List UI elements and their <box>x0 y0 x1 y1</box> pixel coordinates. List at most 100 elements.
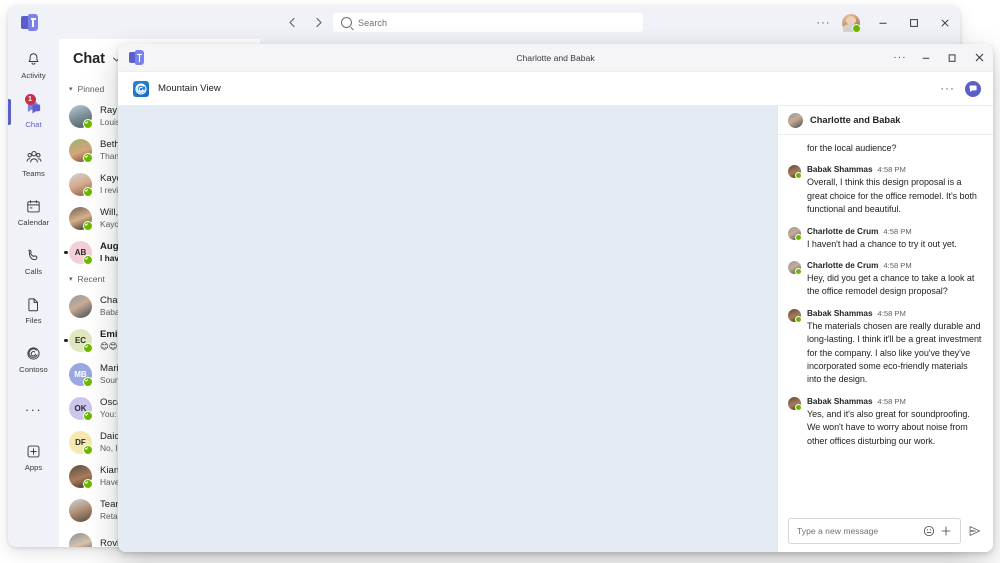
avatar <box>788 226 802 241</box>
sidebar-item-label: Teams <box>22 168 45 178</box>
maximize-button[interactable] <box>898 6 929 39</box>
sidebar-item-apps[interactable]: Apps <box>8 431 59 480</box>
navigation-arrows <box>285 6 326 39</box>
sidebar-item-label: Contoso <box>19 364 48 374</box>
chevron-right-icon[interactable] <box>311 15 326 30</box>
sidebar-item-files[interactable]: Files <box>8 284 59 333</box>
sidebar-item-calendar[interactable]: Calendar <box>8 186 59 235</box>
message-time: 4:58 PM <box>877 165 906 175</box>
message-time: 4:58 PM <box>883 226 912 236</box>
sidebar-item-label: Files <box>25 315 42 325</box>
message-input[interactable]: Type a new message <box>788 518 961 544</box>
chat-group-label: Recent <box>77 274 105 284</box>
avatar <box>69 464 93 489</box>
message-time: 4:58 PM <box>877 308 906 318</box>
plus-icon[interactable] <box>939 525 952 538</box>
unread-indicator <box>64 250 68 255</box>
app-name-label: Mountain View <box>158 83 221 94</box>
message-author: Charlotte de Crum <box>807 226 879 236</box>
apps-plus-icon <box>25 440 42 460</box>
message-time: 4:58 PM <box>877 396 906 406</box>
emoji-icon[interactable] <box>922 525 935 538</box>
popout-close-button[interactable] <box>965 44 993 71</box>
avatar <box>69 104 93 129</box>
avatar <box>788 308 802 323</box>
avatar[interactable] <box>842 13 861 33</box>
chevron-down-icon: ▾ <box>69 276 73 283</box>
message-text: I haven't had a chance to try it out yet… <box>807 238 957 249</box>
phone-icon <box>25 244 42 264</box>
search-placeholder: Search <box>358 17 388 28</box>
chat-bubble-icon[interactable] <box>965 80 981 97</box>
mountain-view-swirl-icon <box>133 80 149 97</box>
close-button[interactable] <box>929 6 960 39</box>
avatar: AB <box>69 240 93 265</box>
unread-indicator <box>64 338 68 343</box>
avatar: OK <box>69 396 93 421</box>
teams-logo-icon <box>129 50 144 65</box>
file-icon <box>25 293 42 313</box>
main-window-controls: ··· <box>808 6 960 39</box>
avatar: EC <box>69 328 93 353</box>
composer-area: Type a new message <box>778 510 993 552</box>
message-author: Babak Shammas <box>807 396 873 406</box>
chat-group-label: Pinned <box>77 84 105 94</box>
message-text: The materials chosen are really durable … <box>807 320 982 385</box>
message-text: for the local audience? <box>807 143 897 153</box>
bell-icon <box>25 48 42 68</box>
rail-more-button[interactable]: ··· <box>8 382 59 431</box>
message-text: Hey, did you get a chance to take a look… <box>807 273 975 297</box>
search-input[interactable]: Search <box>333 13 643 32</box>
people-icon <box>25 146 43 166</box>
avatar: DF <box>69 430 93 455</box>
calendar-icon <box>25 195 42 215</box>
minimize-button[interactable] <box>867 6 898 39</box>
shared-content-stage[interactable] <box>118 106 777 552</box>
message-item: Charlotte de Crum 4:58 PM I haven't had … <box>788 226 983 251</box>
chevron-left-icon[interactable] <box>285 15 300 30</box>
sidebar-item-activity[interactable]: Activity <box>8 39 59 88</box>
popout-window-controls: ··· <box>887 44 993 71</box>
message-item: for the local audience? <box>807 142 983 155</box>
more-dots-icon: ··· <box>24 401 43 417</box>
app-bar-actions: ··· <box>940 72 981 105</box>
chat-icon: 1 <box>24 93 43 117</box>
sidebar-item-chat[interactable]: 1 Chat <box>8 88 59 137</box>
popout-more-button[interactable]: ··· <box>887 44 913 71</box>
sidebar-item-contoso[interactable]: Contoso <box>8 333 59 382</box>
popout-app-bar: Mountain View ··· <box>118 72 993 106</box>
search-icon <box>341 17 352 28</box>
message-text: Yes, and it's also great for soundproofi… <box>807 408 970 446</box>
send-icon[interactable] <box>967 523 983 539</box>
popout-minimize-button[interactable] <box>913 44 939 71</box>
message-item: Babak Shammas 4:58 PM Overall, I think t… <box>788 164 983 216</box>
presence-indicator <box>852 23 861 33</box>
popout-window-title: Charlotte and Babak <box>516 52 595 63</box>
avatar <box>788 165 802 180</box>
selection-indicator <box>8 99 11 125</box>
sidebar-item-calls[interactable]: Calls <box>8 235 59 284</box>
popout-chat-window: Charlotte and Babak ··· Mountain View ··… <box>118 44 993 552</box>
chat-side-header: Charlotte and Babak <box>778 106 993 135</box>
avatar: MB <box>69 362 93 387</box>
message-list[interactable]: for the local audience? Babak Shammas 4:… <box>778 135 993 510</box>
app-more-button[interactable]: ··· <box>940 83 955 95</box>
message-author: Babak Shammas <box>807 165 873 175</box>
chat-side-panel: Charlotte and Babak for the local audien… <box>778 106 993 552</box>
message-input-placeholder: Type a new message <box>797 526 879 536</box>
message-item: Babak Shammas 4:58 PM The materials chos… <box>788 308 983 387</box>
message-item: Babak Shammas 4:58 PM Yes, and it's also… <box>788 396 983 448</box>
main-more-button[interactable]: ··· <box>808 6 839 39</box>
teams-logo-icon <box>21 14 38 31</box>
app-rail: Activity 1 Chat Teams Calendar Calls Fil… <box>8 39 59 547</box>
avatar <box>69 206 93 231</box>
chat-side-title: Charlotte and Babak <box>810 115 901 125</box>
message-author: Babak Shammas <box>807 308 873 318</box>
avatar <box>788 261 802 276</box>
sidebar-item-label: Chat <box>25 119 42 129</box>
main-window-titlebar: Search ··· <box>8 6 960 39</box>
avatar <box>69 532 92 547</box>
popout-maximize-button[interactable] <box>939 44 965 71</box>
popout-body: Charlotte and Babak for the local audien… <box>118 106 993 552</box>
sidebar-item-teams[interactable]: Teams <box>8 137 59 186</box>
